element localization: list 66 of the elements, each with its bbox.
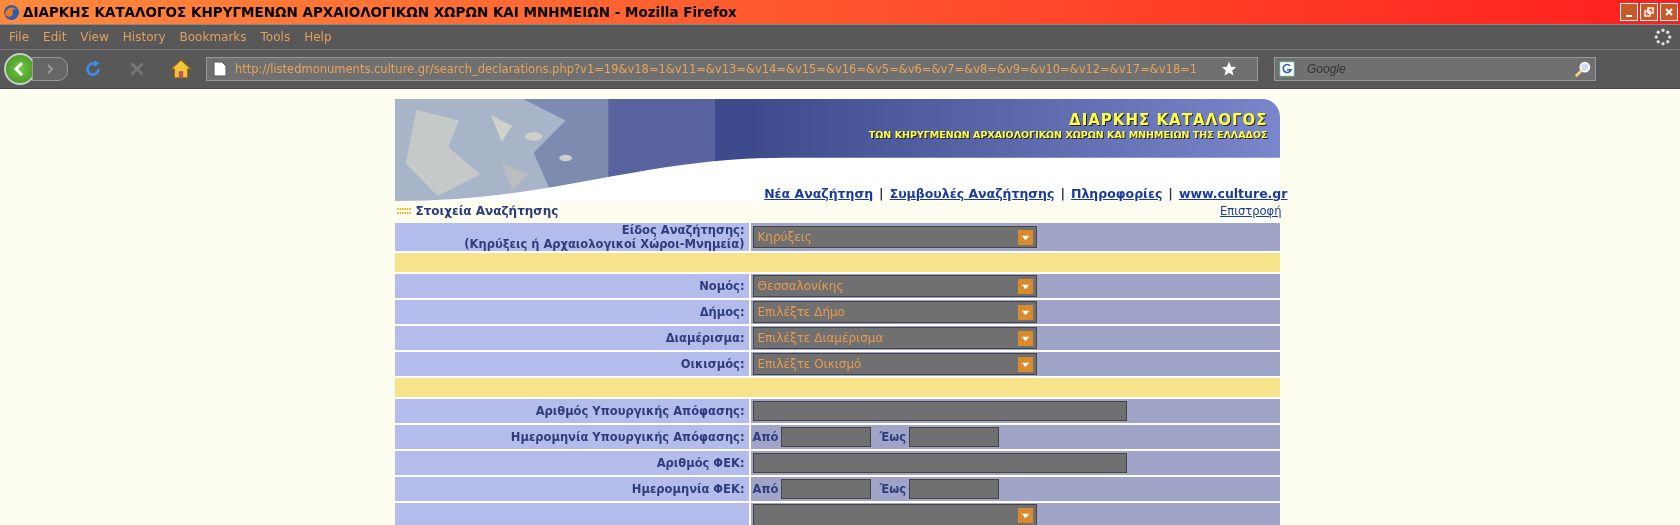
dropdown[interactable]: Επιλέξτε Οικισμό — [752, 353, 1037, 375]
search-field[interactable]: Google — [1274, 57, 1596, 81]
date-field[interactable] — [781, 427, 872, 447]
dropdown[interactable] — [752, 504, 1037, 525]
menu-item[interactable]: Help — [297, 30, 339, 44]
caret-icon — [1017, 356, 1033, 372]
home-icon[interactable] — [170, 58, 192, 80]
google-icon[interactable] — [1279, 61, 1295, 77]
to-label: Έως — [879, 482, 906, 496]
menu-item[interactable]: Bookmarks — [172, 30, 254, 44]
dropdown[interactable]: Θεσσαλονίκης — [752, 275, 1037, 297]
menu-item[interactable]: View — [73, 30, 116, 44]
date-field[interactable] — [781, 479, 872, 499]
minimize-icon — [1626, 15, 1632, 17]
nav-link[interactable]: Νέα Αναζήτηση — [764, 186, 874, 201]
banner-title: ΔΙΑΡΚΗΣ ΚΑΤΑΛΟΓΟΣ — [1069, 111, 1268, 129]
link-separator: | — [1060, 186, 1065, 201]
page-icon — [213, 61, 227, 77]
field-label: Ημερομηνία Υπουργικής Απόφασης: — [510, 430, 745, 444]
search-icon[interactable] — [1574, 60, 1592, 78]
menu-item[interactable]: File — [2, 30, 37, 44]
link-separator: | — [879, 186, 884, 201]
caret-icon — [1017, 330, 1033, 346]
menu-item[interactable]: Tools — [253, 30, 298, 44]
nav-link[interactable]: www.culture.gr — [1178, 186, 1288, 201]
banner-subtitle: ΤΩΝ ΚΗΡΥΓΜΕΝΩΝ ΑΡΧΑΙΟΛΟΓΙΚΩΝ ΧΩΡΩΝ ΚΑΙ ΜΝΗΜΕΙΩΝ ΤΗΣ ΕΛΛΑΔΟΣ — [868, 129, 1268, 140]
from-label: Από — [752, 482, 779, 496]
dropdown[interactable]: Κηρύξεις — [752, 226, 1037, 248]
to-label: Έως — [879, 430, 906, 444]
close-icon — [1664, 7, 1674, 17]
date-field[interactable] — [908, 479, 999, 499]
loading-icon — [1654, 28, 1672, 46]
caret-icon — [1017, 229, 1033, 245]
dropdown[interactable]: Επιλέξτε Δήμο — [752, 301, 1037, 323]
field-label: Είδος Αναζήτησης: — [621, 223, 745, 237]
caret-icon — [1017, 507, 1033, 523]
field-hint: (Κηρύξεις ή Αρχαιολογικοί Χώροι-Μνημεία) — [464, 237, 745, 251]
restore-button[interactable] — [1640, 3, 1658, 21]
input-field[interactable] — [752, 401, 1127, 421]
input-field[interactable] — [752, 453, 1127, 473]
field-label: Διαμέρισμα: — [665, 331, 745, 345]
section-title: Στοιχεία Αναζήτησης — [415, 204, 560, 218]
nav-link[interactable]: Πληροφορίες — [1071, 186, 1163, 201]
window-title: ΔΙΑΡΚΗΣ ΚΑΤΑΛΟΓΟΣ ΚΗΡΥΓΜΕΝΩΝ ΑΡΧΑΙΟΛΟΓΙΚΩΝ ΧΩΡΩΝ ΚΑΙ ΜΝΗΜΕΙΩΝ - Mozilla Firefox — [23, 4, 738, 20]
from-label: Από — [752, 430, 779, 444]
caret-icon — [1017, 278, 1033, 294]
field-label: Αριθμός Υπουργικής Απόφασης: — [535, 404, 745, 418]
address-field[interactable]: http://listedmonuments.culture.gr/search_declarations.php?v1=19&v18=1&v11=&v13=&v14=&v15=&v16=&v5=&v6=&v7=&v8=&v9=&v10=&v12=&v17=&v18=1 — [206, 57, 1258, 81]
star-icon[interactable] — [1221, 61, 1237, 77]
field-label: Ημερομηνία ΦΕΚ: — [631, 482, 745, 496]
menu-item[interactable]: Edit — [36, 30, 74, 44]
close-button[interactable] — [1660, 3, 1678, 21]
minimize-button[interactable] — [1620, 3, 1638, 21]
field-label: Οικισμός: — [680, 357, 745, 371]
dots-icon — [396, 207, 411, 215]
back-link[interactable]: Επιστροφή — [1220, 204, 1282, 218]
field-label: Δήμος: — [699, 305, 745, 319]
menu-item[interactable]: History — [115, 30, 173, 44]
field-label: Νομός: — [699, 279, 745, 293]
date-field[interactable] — [908, 427, 999, 447]
link-separator: | — [1168, 186, 1173, 201]
nav-link[interactable]: Συμβουλές Αναζήτησης — [889, 186, 1055, 201]
restore-icon — [1644, 7, 1654, 17]
field-label: Αριθμός ΦΕΚ: — [656, 456, 745, 470]
dropdown[interactable]: Επιλέξτε Διαμέρισμα — [752, 327, 1037, 349]
caret-icon — [1017, 304, 1033, 320]
